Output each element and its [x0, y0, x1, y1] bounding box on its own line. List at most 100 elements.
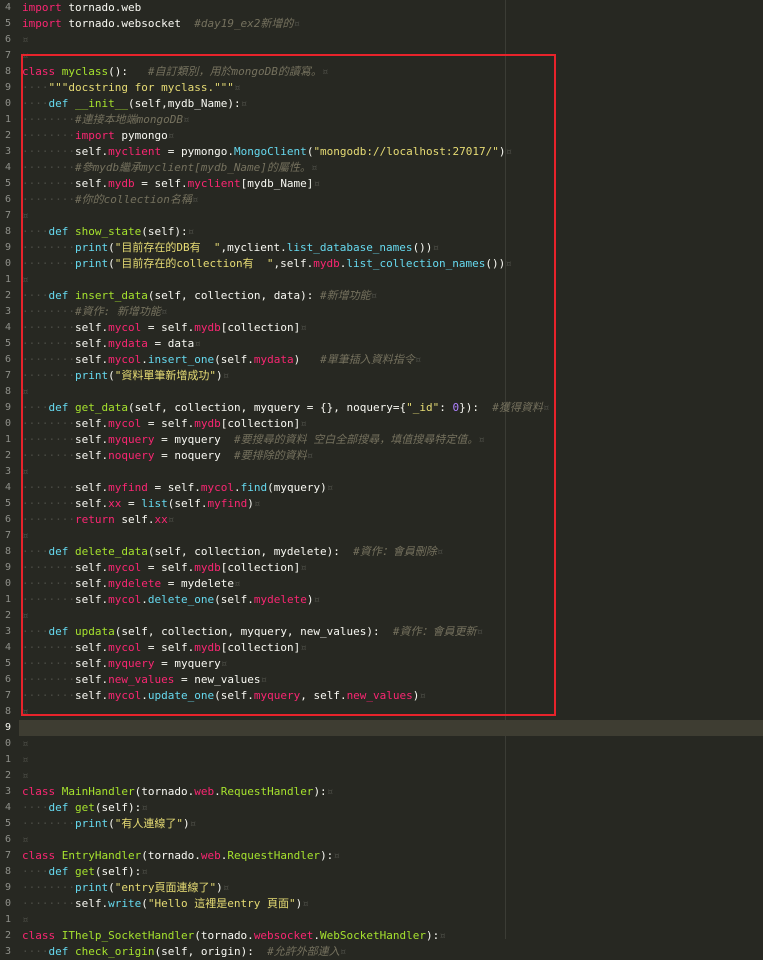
code-line[interactable]: ········#資作: 新增功能¤: [22, 304, 763, 320]
whitespace-marker: ········: [22, 897, 75, 910]
code-line[interactable]: ¤: [22, 832, 763, 848]
code-line[interactable]: ········self.mydelete = mydelete¤: [22, 576, 763, 592]
code-line[interactable]: class myclass(): #自訂類別，用於mongoDB的讀寫。¤: [22, 64, 763, 80]
code-line[interactable]: ¤: [22, 384, 763, 400]
code-line[interactable]: ¤: [22, 768, 763, 784]
line-number: 7: [4, 690, 11, 701]
code-line[interactable]: ········self.noquery = noquery #要排除的資料¤: [22, 448, 763, 464]
line-number: 9: [4, 562, 11, 573]
code-line[interactable]: ····def show_state(self):¤: [22, 224, 763, 240]
code-line[interactable]: ¤: [22, 752, 763, 768]
code-line[interactable]: ¤: [22, 48, 763, 64]
code-token: list_database_names: [286, 241, 413, 254]
code-token: get_data: [75, 401, 128, 414]
code-line[interactable]: ¤: [22, 464, 763, 480]
code-line[interactable]: ¤: [22, 912, 763, 928]
code-line[interactable]: ········self.mydb = self.myclient[mydb_N…: [22, 176, 763, 192]
code-token: "mongodb://localhost:27017/": [313, 145, 499, 158]
code-line[interactable]: ¤: [22, 736, 763, 752]
code-token: mydelete: [108, 577, 162, 590]
line-number: 6: [4, 834, 11, 845]
code-line[interactable]: ¤: [22, 208, 763, 224]
code-line[interactable]: ¤: [22, 272, 763, 288]
code-token: WebSocketHandler: [320, 929, 427, 942]
code-token: def: [48, 401, 69, 414]
code-line[interactable]: ········self.xx = list(self.myfind)¤: [22, 496, 763, 512]
line-number: 8: [4, 866, 11, 877]
code-line[interactable]: ········self.mycol = self.mydb[collectio…: [22, 416, 763, 432]
code-line[interactable]: ········import pymongo¤: [22, 128, 763, 144]
code-line[interactable]: ········#連接本地端mongoDB¤: [22, 112, 763, 128]
whitespace-marker: ········: [22, 577, 75, 590]
code-line[interactable]: ········self.myclient = pymongo.MongoCli…: [22, 144, 763, 160]
code-line[interactable]: ········self.mycol.update_one(self.myque…: [22, 688, 763, 704]
code-line[interactable]: import tornado.websocket #day19_ex2新增的¤: [22, 16, 763, 32]
whitespace-marker: ¤: [240, 97, 248, 110]
code-line[interactable]: ¤: [22, 32, 763, 48]
code-line[interactable]: ········self.myquery = myquery #要搜尋的資料 空…: [22, 432, 763, 448]
code-token: def: [48, 545, 69, 558]
code-line[interactable]: ········print("目前存在的DB有 ",myclient.list_…: [22, 240, 763, 256]
code-token: = pymongo.: [161, 145, 234, 158]
code-token: mycol: [200, 481, 234, 494]
code-line[interactable]: ········self.mycol = self.mydb[collectio…: [22, 640, 763, 656]
whitespace-marker: ¤: [478, 433, 485, 446]
code-line[interactable]: ¤: [22, 608, 763, 624]
code-token: self.: [74, 481, 109, 494]
whitespace-marker: ········: [22, 241, 75, 254]
code-token: #自訂類別，用於mongoDB的讀寫。: [147, 65, 322, 78]
code-line[interactable]: ¤: [22, 704, 763, 720]
whitespace-marker: ····: [22, 545, 49, 558]
whitespace-marker: ········: [22, 145, 75, 158]
code-line[interactable]: ····def get(self):¤: [22, 800, 763, 816]
code-line[interactable]: ········print("目前存在的collection有 ",self.m…: [22, 256, 763, 272]
whitespace-marker: ········: [22, 881, 75, 894]
code-line[interactable]: ········self.mydata = data¤: [22, 336, 763, 352]
code-line[interactable]: class EntryHandler(tornado.web.RequestHa…: [22, 848, 763, 864]
code-line[interactable]: ········self.myfind = self.mycol.find(my…: [22, 480, 763, 496]
code-line[interactable]: ····"""docstring for myclass."""¤: [22, 80, 763, 96]
line-number: 7: [4, 370, 11, 381]
code-line[interactable]: ········self.write("Hello 這裡是entry 頁面")¤: [22, 896, 763, 912]
whitespace-marker: ¤: [22, 465, 29, 478]
code-line[interactable]: ········#你的collection名稱¤: [22, 192, 763, 208]
code-line[interactable]: ····def check_origin(self, origin): #允許外…: [22, 944, 763, 960]
code-line[interactable]: ····def updata(self, collection, myquery…: [22, 624, 763, 640]
whitespace-marker: ····: [22, 865, 49, 878]
code-line[interactable]: ····def insert_data(self, collection, da…: [22, 288, 763, 304]
code-line[interactable]: ········self.mycol.delete_one(self.mydel…: [22, 592, 763, 608]
code-token: self.: [74, 449, 109, 462]
code-line[interactable]: ········print("資料單筆新增成功")¤: [22, 368, 763, 384]
code-line[interactable]: ········self.mycol.insert_one(self.mydat…: [22, 352, 763, 368]
code-line[interactable]: ········print("有人連線了")¤: [22, 816, 763, 832]
code-line[interactable]: ····def get(self):¤: [22, 864, 763, 880]
code-line[interactable]: class IThelp_SocketHandler(tornado.webso…: [22, 928, 763, 944]
code-line[interactable]: class MainHandler(tornado.web.RequestHan…: [22, 784, 763, 800]
whitespace-marker: ········: [22, 353, 75, 366]
code-line[interactable]: ········self.mycol = self.mydb[collectio…: [22, 320, 763, 336]
whitespace-marker: ····: [22, 801, 49, 814]
whitespace-marker: ¤: [300, 321, 307, 334]
code-token: "目前存在的DB有 ": [114, 241, 221, 254]
code-token: web: [200, 849, 221, 862]
code-line[interactable]: ········return self.xx¤: [22, 512, 763, 528]
code-line[interactable]: ········self.mycol = self.mydb[collectio…: [22, 560, 763, 576]
code-token: mycol: [108, 689, 142, 702]
code-token: self.: [74, 353, 109, 366]
code-line[interactable]: ········self.new_values = new_values¤: [22, 672, 763, 688]
whitespace-marker: ¤: [220, 657, 228, 670]
code-line[interactable]: ¤: [22, 528, 763, 544]
line-number: 6: [4, 514, 11, 525]
code-line[interactable]: [19, 720, 763, 736]
code-token: self.: [74, 673, 109, 686]
code-line[interactable]: ····def __init__(self,mydb_Name):¤: [22, 96, 763, 112]
code-line[interactable]: import tornado.web: [22, 0, 763, 16]
code-line[interactable]: ········print("entry頁面連線了")¤: [22, 880, 763, 896]
code-line[interactable]: ········#參mydb繼承myclient[mydb_Name]的屬性。¤: [22, 160, 763, 176]
whitespace-marker: ¤: [22, 737, 29, 750]
code-line[interactable]: ····def delete_data(self, collection, my…: [22, 544, 763, 560]
code-line[interactable]: ····def get_data(self, collection, myque…: [22, 400, 763, 416]
whitespace-marker: ¤: [313, 593, 321, 606]
code-line[interactable]: ········self.myquery = myquery¤: [22, 656, 763, 672]
